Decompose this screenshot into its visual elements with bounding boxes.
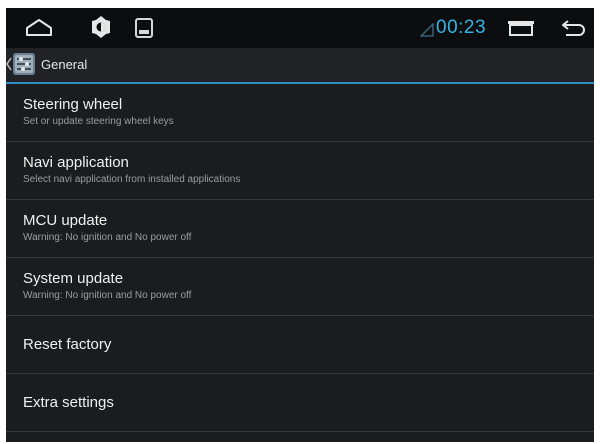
back-icon[interactable] <box>560 18 588 38</box>
list-item-mcu-update[interactable]: MCU update Warning: No ignition and No p… <box>6 200 594 258</box>
home-icon[interactable] <box>24 16 54 38</box>
list-item-reset-factory[interactable]: Reset factory <box>6 316 594 374</box>
item-title: System update <box>23 270 124 287</box>
item-title: Navi application <box>23 154 129 171</box>
gallery-icon[interactable] <box>134 17 154 39</box>
recent-apps-icon[interactable] <box>506 19 536 37</box>
item-summary: Select navi application from installed a… <box>23 174 241 185</box>
status-clock: 00:23 <box>436 17 487 38</box>
status-bar: 00:23 <box>6 8 594 48</box>
item-title: Steering wheel <box>23 96 123 113</box>
list-item-steering-wheel[interactable]: Steering wheel Set or update steering wh… <box>6 84 594 142</box>
list-item-navi-application[interactable]: Navi application Select navi application… <box>6 142 594 200</box>
item-title: MCU update <box>23 212 108 229</box>
list-item-extra-settings[interactable]: Extra settings <box>6 374 594 432</box>
page-title: General <box>41 57 88 72</box>
item-summary: Warning: No ignition and No power off <box>23 290 192 301</box>
item-title: Reset factory <box>23 336 112 353</box>
list-item-system-update[interactable]: System update Warning: No ignition and N… <box>6 258 594 316</box>
signal-icon <box>419 22 434 42</box>
settings-list: Steering wheel Set or update steering wh… <box>6 84 594 432</box>
item-title: Extra settings <box>23 394 114 411</box>
settings-app-icon[interactable] <box>12 52 36 76</box>
item-summary: Set or update steering wheel keys <box>23 116 174 127</box>
action-bar: General <box>6 48 594 84</box>
device-screen: 00:23 General Steering wheel Set or upda… <box>6 8 594 442</box>
item-summary: Warning: No ignition and No power off <box>23 232 192 243</box>
brightness-icon[interactable] <box>90 15 112 39</box>
